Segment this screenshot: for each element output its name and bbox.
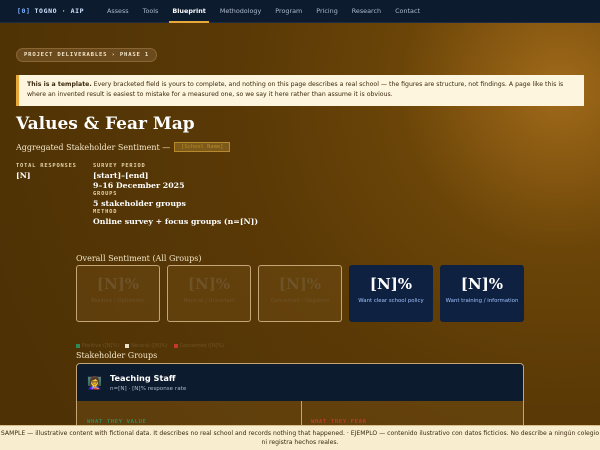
legend-item-concerned: Concerned ([N]%) bbox=[173, 343, 225, 349]
template-notice: This is a template. Every bracketed fiel… bbox=[16, 75, 584, 106]
top-nav: [0] TOGNO · AIP Assess Tools Blueprint Me… bbox=[0, 0, 600, 23]
sentiment-card-positive: [N]% Positive / Optimistic bbox=[76, 265, 160, 322]
total-responses-label: TOTAL RESPONSES bbox=[16, 163, 77, 169]
nav-item-blueprint[interactable]: Blueprint bbox=[165, 0, 212, 23]
card-label: Neutral / Uncertain bbox=[183, 298, 235, 304]
survey-period-label: SURVEY PERIOD bbox=[93, 163, 146, 169]
notice-lead: This is a template. bbox=[27, 81, 92, 88]
card-label: Want training / information bbox=[445, 298, 519, 304]
card-label: Want clear school policy bbox=[358, 298, 424, 304]
sentiment-heading: Overall Sentiment (All Groups) bbox=[76, 254, 202, 263]
brand-name: TOGNO · AIP bbox=[34, 7, 85, 15]
nav-item-tools[interactable]: Tools bbox=[136, 0, 166, 23]
sentiment-cards: [N]% Positive / Optimistic [N]% Neutral … bbox=[76, 265, 524, 322]
school-name-field[interactable]: [School Name] bbox=[174, 142, 231, 152]
survey-period-value: [start]–[end] bbox=[93, 171, 149, 180]
brand-logo[interactable]: [0] TOGNO · AIP bbox=[17, 7, 100, 15]
nav-item-contact[interactable]: Contact bbox=[388, 0, 427, 23]
method-value: Online survey + focus groups (n=[N]) bbox=[93, 217, 259, 226]
legend-item-neutral: Neutral ([N]%) bbox=[125, 343, 168, 349]
sentiment-card-policy: [N]% Want clear school policy bbox=[349, 265, 433, 322]
notice-body: Every bracketed field is yours to comple… bbox=[27, 81, 564, 98]
nav-item-research[interactable]: Research bbox=[345, 0, 388, 23]
group-header: 👩‍🏫 Teaching Staff n=[N] · [N]% response… bbox=[77, 364, 523, 401]
total-responses-value: [N] bbox=[16, 171, 31, 180]
group-meta: n=[N] · [N]% response rate bbox=[109, 386, 187, 392]
legend-item-positive: Positive ([N]%) bbox=[76, 343, 119, 349]
sentiment-legend: Positive ([N]%) Neutral ([N]%) Concerned… bbox=[76, 343, 224, 349]
card-label: Positive / Optimistic bbox=[91, 298, 145, 304]
legend-swatch bbox=[125, 344, 130, 348]
sentiment-card-training: [N]% Want training / information bbox=[440, 265, 524, 322]
logo-icon: [0] bbox=[17, 7, 31, 15]
survey-period-dates: 9–16 December 2025 bbox=[93, 181, 185, 190]
card-label: Concerned / Negative bbox=[270, 298, 330, 304]
sentiment-card-neutral: [N]% Neutral / Uncertain bbox=[167, 265, 251, 322]
stakeholder-heading: Stakeholder Groups bbox=[76, 351, 158, 360]
legend-swatch bbox=[76, 344, 80, 348]
card-value: [N]% bbox=[369, 275, 413, 293]
nav-item-methodology[interactable]: Methodology bbox=[213, 0, 268, 23]
teacher-icon: 👩‍🏫 bbox=[87, 375, 102, 390]
legend-swatch bbox=[173, 344, 178, 348]
nav-item-pricing[interactable]: Pricing bbox=[309, 0, 345, 23]
sample-banner: SAMPLE — illustrative content with ficti… bbox=[0, 425, 600, 450]
card-value: [N]% bbox=[96, 275, 140, 293]
card-value: [N]% bbox=[278, 275, 322, 293]
nav-item-assess[interactable]: Assess bbox=[100, 0, 136, 23]
breadcrumb-pill[interactable]: PROJECT DELIVERABLES › PHASE 1 bbox=[16, 48, 158, 62]
legend-label: Neutral ([N]%) bbox=[131, 343, 168, 349]
nav-item-program[interactable]: Program bbox=[268, 0, 309, 23]
nav-menu: Assess Tools Blueprint Methodology Progr… bbox=[100, 0, 427, 23]
card-value: [N]% bbox=[187, 275, 231, 293]
sentiment-card-concerned: [N]% Concerned / Negative bbox=[258, 265, 342, 322]
card-value: [N]% bbox=[460, 275, 504, 293]
method-label: METHOD bbox=[93, 209, 118, 215]
page-title: Values & Fear Map bbox=[16, 114, 195, 134]
groups-label: GROUPS bbox=[93, 191, 118, 197]
group-name: Teaching Staff bbox=[109, 373, 176, 383]
subtitle-text: Aggregated Stakeholder Sentiment — bbox=[16, 142, 171, 152]
legend-label: Positive ([N]%) bbox=[82, 343, 120, 349]
groups-value: 5 stakeholder groups bbox=[93, 199, 186, 208]
page-subtitle: Aggregated Stakeholder Sentiment — [Scho… bbox=[16, 142, 231, 152]
legend-label: Concerned ([N]%) bbox=[179, 343, 225, 349]
